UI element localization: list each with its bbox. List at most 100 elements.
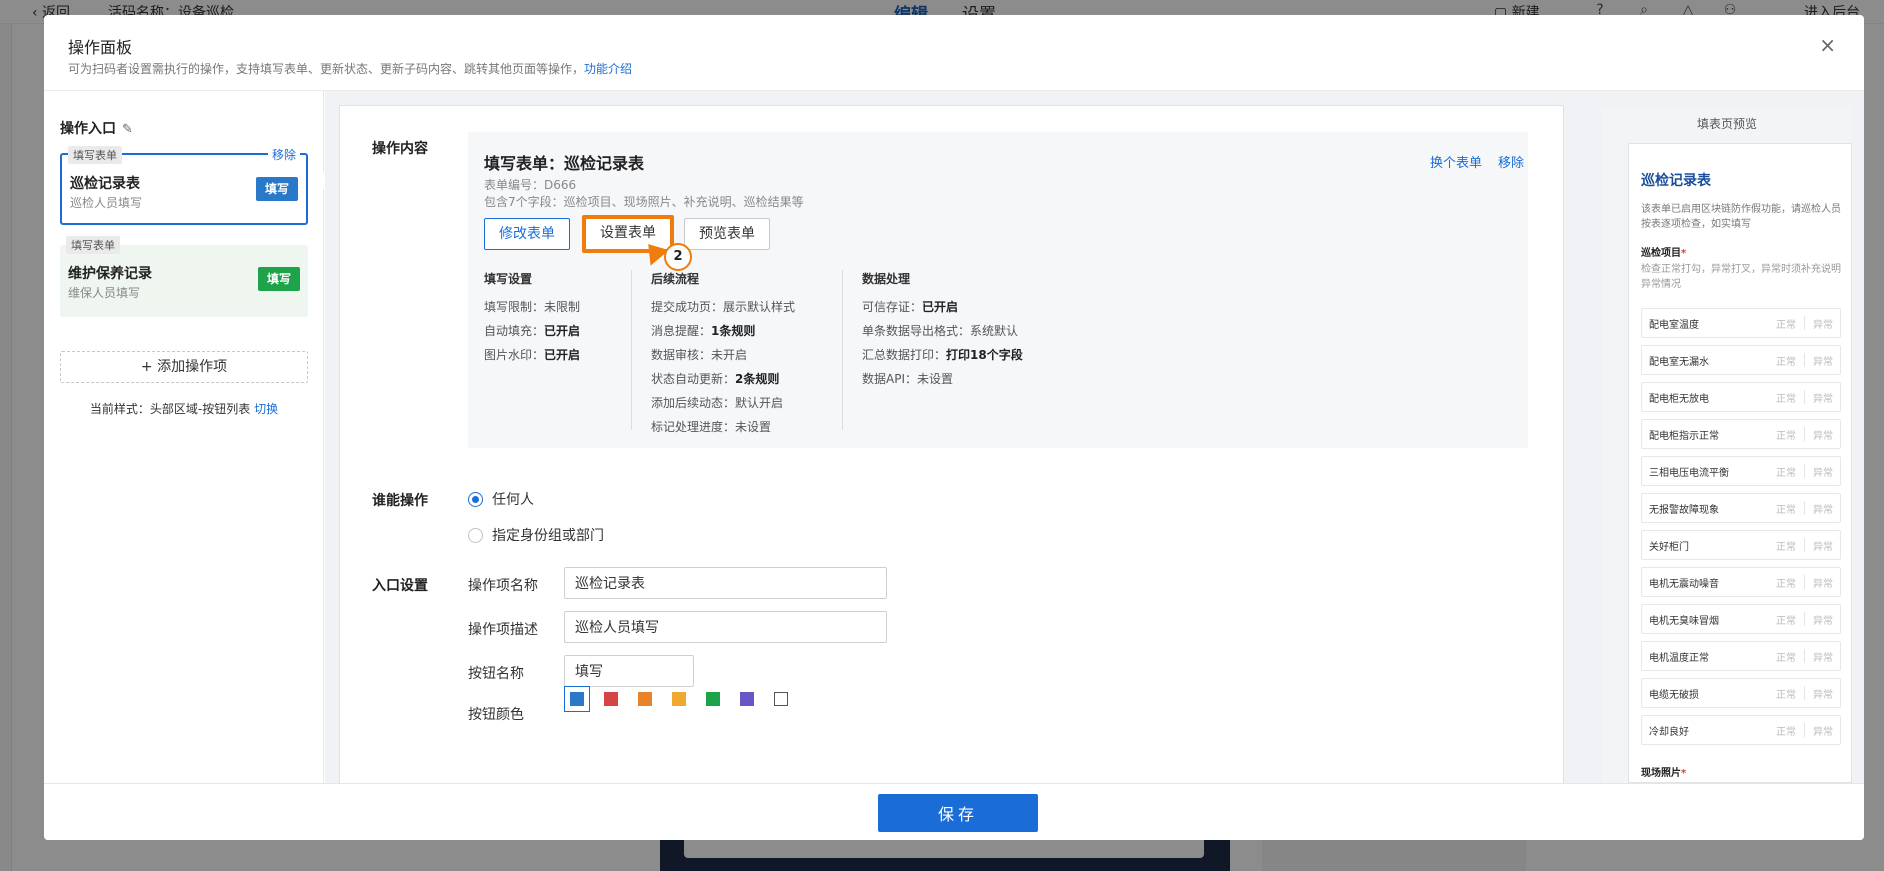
- item-name: 无报警故障现象: [1649, 504, 1719, 516]
- row-value: 未设置: [735, 420, 772, 434]
- option-normal: 正常: [1776, 467, 1796, 479]
- add-operation-button[interactable]: + 添加操作项: [60, 351, 308, 383]
- row-value: 1条规则: [711, 324, 756, 338]
- row-key: 添加后续动态：: [651, 396, 736, 410]
- close-icon[interactable]: ×: [1819, 33, 1836, 57]
- option-abnormal: 异常: [1813, 689, 1833, 701]
- data-processing-column: 数据处理 可信存证：已开启 单条数据导出格式：系统默认 汇总数据打印：打印18个…: [862, 270, 1023, 391]
- option-abnormal: 异常: [1813, 652, 1833, 664]
- option-normal: 正常: [1776, 615, 1796, 627]
- row-value: 已开启: [544, 348, 581, 362]
- modal-header: 操作面板 可为扫码者设置需执行的操作，支持填写表单、更新状态、更新子码内容、跳转…: [44, 15, 1864, 91]
- option-abnormal: 异常: [1813, 467, 1833, 479]
- item-name: 电机温度正常: [1649, 652, 1709, 664]
- column-divider: [842, 270, 843, 430]
- option-divider: [1804, 538, 1805, 552]
- color-swatch-purple[interactable]: [734, 686, 760, 712]
- remove-form-link[interactable]: 移除: [1498, 152, 1524, 171]
- entry-card-maintenance[interactable]: 填写表单 维护保养记录 维保人员填写 填写: [60, 236, 308, 317]
- op-name-input[interactable]: [564, 567, 887, 599]
- option-divider: [1804, 390, 1805, 404]
- option-divider: [1804, 575, 1805, 589]
- color-swatch-yellow[interactable]: [666, 686, 692, 712]
- modify-form-button[interactable]: 修改表单: [484, 218, 570, 250]
- option-normal: 正常: [1776, 319, 1796, 331]
- card-name: 维护保养记录: [68, 266, 152, 282]
- modal-subtitle: 可为扫码者设置需执行的操作，支持填写表单、更新状态、更新子码内容、跳转其他页面等…: [68, 60, 632, 77]
- card-type-tag: 填写表单: [66, 236, 120, 254]
- save-button[interactable]: 保存: [878, 794, 1038, 832]
- form-title: 填写表单：巡检记录表: [484, 154, 645, 173]
- row-value: 未开启: [711, 348, 748, 362]
- row-key: 提交成功页：: [651, 300, 724, 314]
- change-form-link[interactable]: 换个表单: [1430, 152, 1482, 171]
- feature-intro-link[interactable]: 功能介绍: [584, 62, 632, 76]
- switch-style-link[interactable]: 切换: [254, 402, 278, 416]
- color-swatch-green[interactable]: [700, 686, 726, 712]
- option-abnormal: 异常: [1813, 726, 1833, 738]
- option-normal: 正常: [1776, 430, 1796, 442]
- row-key: 标记处理进度：: [651, 420, 736, 434]
- edit-pencil-icon[interactable]: ✎: [122, 122, 133, 137]
- who-label: 谁能操作: [372, 493, 428, 509]
- col-row: 提交成功页：展示默认样式: [651, 295, 795, 319]
- swatch-fill: [740, 692, 754, 706]
- entry-title: 操作入口 ✎: [60, 118, 133, 138]
- btn-name-input[interactable]: [564, 655, 694, 687]
- option-normal: 正常: [1776, 504, 1796, 516]
- required-mark: *: [1681, 248, 1687, 259]
- op-desc-input[interactable]: [564, 611, 887, 643]
- operation-panel-modal: 操作面板 可为扫码者设置需执行的操作，支持填写表单、更新状态、更新子码内容、跳转…: [44, 15, 1864, 840]
- btn-color-label: 按钮颜色: [468, 707, 524, 723]
- option-divider: [1804, 464, 1805, 478]
- option-divider: [1804, 612, 1805, 626]
- option-abnormal: 异常: [1813, 504, 1833, 516]
- row-key: 汇总数据打印：: [862, 348, 947, 362]
- option-divider: [1804, 316, 1805, 330]
- op-desc-label: 操作项描述: [468, 622, 538, 638]
- radio-off-icon: [468, 527, 483, 543]
- col-row: 数据审核：未开启: [651, 343, 795, 367]
- row-value: 已开启: [544, 324, 581, 338]
- current-style-text: 当前样式：头部区域-按钮列表: [89, 402, 251, 416]
- color-swatch-blue[interactable]: [564, 686, 590, 712]
- card-fill-button: 填写: [256, 177, 298, 201]
- color-swatch-red[interactable]: [598, 686, 624, 712]
- color-swatch-white[interactable]: [768, 686, 794, 712]
- entry-list-panel: 操作入口 ✎ 填写表单 移除 巡检记录表 巡检人员填写 填写 填写表单 维护保养记…: [44, 91, 324, 783]
- swatch-fill: [638, 692, 652, 706]
- color-swatch-orange[interactable]: [632, 686, 658, 712]
- row-value: 未设置: [917, 372, 954, 386]
- form-summary-box: 填写表单：巡检记录表 表单编号：D666 包含7个字段：巡检项目、现场照片、补充…: [468, 132, 1528, 448]
- option-divider: [1804, 649, 1805, 663]
- row-value: 默认开启: [735, 396, 784, 410]
- card-desc: 巡检人员填写: [70, 196, 143, 210]
- preview-heading: 填表页预览: [1696, 117, 1757, 131]
- swatch-fill: [604, 692, 618, 706]
- col-row: 自动填充：已开启: [484, 319, 580, 343]
- preview-check-item: 无报警故障现象 正常 异常: [1641, 493, 1841, 523]
- card-name: 巡检记录表: [70, 176, 140, 192]
- preview-hint: 检查正常打勾，异常打叉，异常时须补充说明异常情况: [1641, 264, 1841, 290]
- swatch-fill: [706, 692, 720, 706]
- row-key: 数据API：: [862, 372, 917, 386]
- preview-section: 巡检项目*: [1641, 244, 1686, 259]
- col-row: 单条数据导出格式：系统默认: [862, 319, 1023, 343]
- item-name: 冷却良好: [1649, 726, 1689, 738]
- radio-label: 指定身份组或部门: [492, 528, 604, 544]
- option-abnormal: 异常: [1813, 319, 1833, 331]
- option-normal: 正常: [1776, 356, 1796, 368]
- preview-form-button[interactable]: 预览表单: [684, 218, 770, 250]
- radio-specific-group[interactable]: 指定身份组或部门: [468, 525, 604, 545]
- item-name: 关好柜门: [1649, 541, 1689, 553]
- operation-config-area: 操作内容 填写表单：巡检记录表 表单编号：D666 包含7个字段：巡检项目、现场…: [315, 91, 1864, 795]
- row-value: 系统默认: [970, 324, 1019, 338]
- section-text: 巡检项目: [1641, 248, 1681, 259]
- item-name: 配电柜无放电: [1649, 393, 1709, 405]
- preview-check-item: 配电室温度 正常 异常: [1641, 308, 1841, 338]
- radio-anyone[interactable]: 任何人: [468, 489, 534, 509]
- card-remove-button[interactable]: 移除: [267, 146, 300, 163]
- entry-card-inspection[interactable]: 填写表单 移除 巡检记录表 巡检人员填写 填写: [60, 146, 308, 225]
- swatch-fill: [672, 692, 686, 706]
- op-name-label: 操作项名称: [468, 578, 538, 594]
